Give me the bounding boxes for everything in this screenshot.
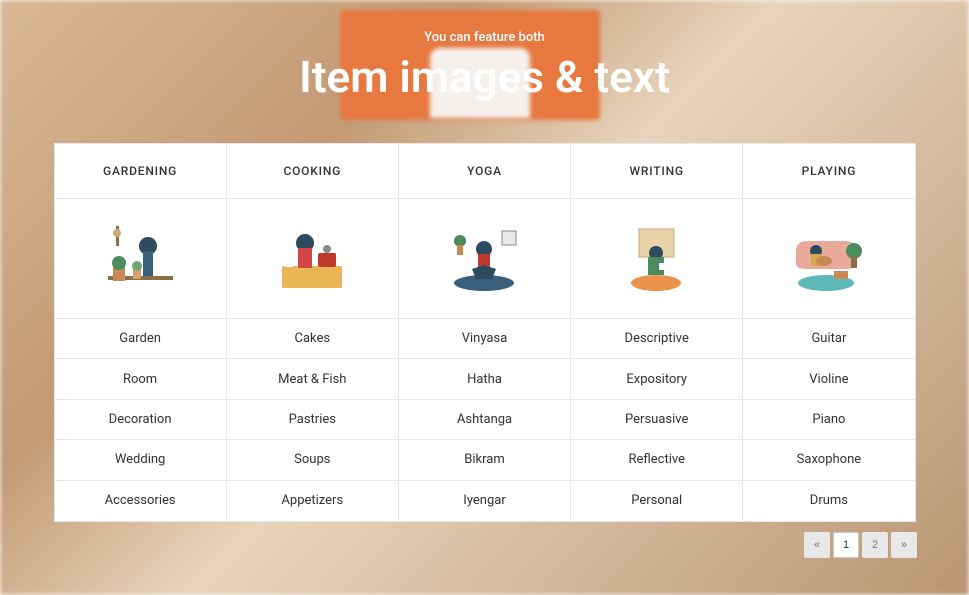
img-yoga xyxy=(399,199,570,319)
col-header-writing: WRITING xyxy=(571,144,742,199)
item-saxophone[interactable]: Saxophone xyxy=(743,440,914,480)
item-guitar[interactable]: Guitar xyxy=(743,319,914,359)
cooking-illustration-icon xyxy=(270,221,355,296)
img-writing xyxy=(571,199,742,319)
item-accessories[interactable]: Accessories xyxy=(55,481,226,521)
item-hatha[interactable]: Hatha xyxy=(399,359,570,399)
page-2-button[interactable]: 2 xyxy=(862,532,888,558)
col-gardening: GARDENING Garden Room Decoration Wedding… xyxy=(55,144,227,521)
writing-illustration-icon xyxy=(614,221,699,296)
col-writing: WRITING Descriptive Expository Persuasiv… xyxy=(571,144,743,521)
gardening-illustration-icon xyxy=(98,221,183,296)
item-iyengar[interactable]: Iyengar xyxy=(399,481,570,521)
item-bikram[interactable]: Bikram xyxy=(399,440,570,480)
page-title: Item images & text xyxy=(0,51,969,103)
pagination: « 1 2 » xyxy=(0,532,917,558)
col-header-yoga: YOGA xyxy=(399,144,570,199)
item-personal[interactable]: Personal xyxy=(571,481,742,521)
img-cooking xyxy=(227,199,398,319)
item-wedding[interactable]: Wedding xyxy=(55,440,226,480)
item-soups[interactable]: Soups xyxy=(227,440,398,480)
item-pastries[interactable]: Pastries xyxy=(227,400,398,440)
item-drums[interactable]: Drums xyxy=(743,481,914,521)
col-cooking: COOKING Cakes Meat & Fish Pastries Soups… xyxy=(227,144,399,521)
img-playing xyxy=(743,199,914,319)
item-room[interactable]: Room xyxy=(55,359,226,399)
item-persuasive[interactable]: Persuasive xyxy=(571,400,742,440)
item-decoration[interactable]: Decoration xyxy=(55,400,226,440)
item-cakes[interactable]: Cakes xyxy=(227,319,398,359)
item-vinyasa[interactable]: Vinyasa xyxy=(399,319,570,359)
item-reflective[interactable]: Reflective xyxy=(571,440,742,480)
item-violine[interactable]: Violine xyxy=(743,359,914,399)
item-descriptive[interactable]: Descriptive xyxy=(571,319,742,359)
col-playing: PLAYING Guitar Violine Piano Saxophone D… xyxy=(743,144,914,521)
page-last-button[interactable]: » xyxy=(891,532,917,558)
subtitle: You can feature both xyxy=(0,30,969,45)
col-header-playing: PLAYING xyxy=(743,144,914,199)
img-gardening xyxy=(55,199,226,319)
col-yoga: YOGA Vinyasa Hatha Ashtanga Bikram Iyeng… xyxy=(399,144,571,521)
item-ashtanga[interactable]: Ashtanga xyxy=(399,400,570,440)
yoga-illustration-icon xyxy=(442,221,527,296)
col-header-gardening: GARDENING xyxy=(55,144,226,199)
page-1-button[interactable]: 1 xyxy=(833,532,859,558)
header: You can feature both Item images & text xyxy=(0,0,969,103)
item-piano[interactable]: Piano xyxy=(743,400,914,440)
page-first-button[interactable]: « xyxy=(804,532,830,558)
item-appetizers[interactable]: Appetizers xyxy=(227,481,398,521)
item-expository[interactable]: Expository xyxy=(571,359,742,399)
category-grid: GARDENING Garden Room Decoration Wedding… xyxy=(54,143,916,522)
col-header-cooking: COOKING xyxy=(227,144,398,199)
item-garden[interactable]: Garden xyxy=(55,319,226,359)
item-meat-fish[interactable]: Meat & Fish xyxy=(227,359,398,399)
playing-illustration-icon xyxy=(786,221,871,296)
